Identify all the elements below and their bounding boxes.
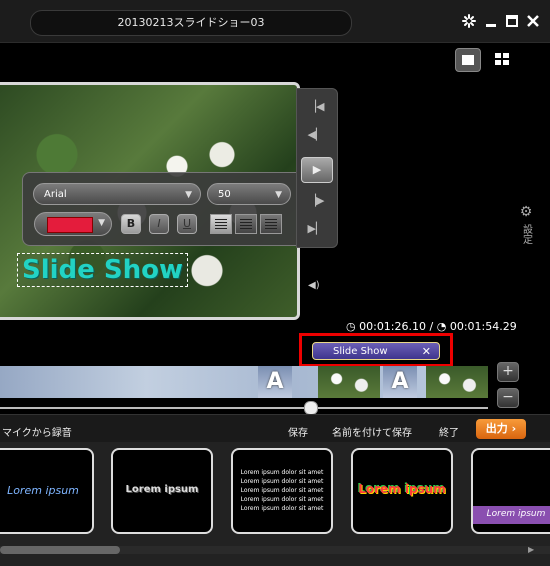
timeline-track[interactable]: A A (0, 366, 488, 398)
grid-view-icon[interactable] (490, 48, 514, 70)
size-value: 50 (218, 189, 231, 200)
text-format-panel: Arial ▼ 50 ▼ ▼ B I U (22, 172, 328, 246)
size-dropdown[interactable]: 50 ▼ (207, 183, 291, 205)
photo-thumbnail[interactable] (318, 366, 380, 398)
bold-button[interactable]: B (121, 214, 141, 234)
single-view-icon[interactable] (455, 48, 481, 72)
exit-button[interactable]: 終了 (439, 424, 459, 439)
photo-thumbnail[interactable] (426, 366, 488, 398)
text-style-tile[interactable]: Lorem ipsum (351, 448, 453, 534)
chevron-down-icon: ▼ (98, 218, 105, 228)
gallery-scrollbar-thumb[interactable] (0, 546, 120, 554)
font-dropdown[interactable]: Arial ▼ (33, 183, 201, 205)
player-controls: ▕◀ ◀▏ ▶ ▕▶ ▶▏ (296, 88, 338, 248)
step-back-icon[interactable]: ◀▏ (301, 123, 331, 147)
play-icon[interactable]: ▶ (301, 157, 333, 183)
skip-start-icon[interactable]: ▕◀ (301, 95, 331, 119)
style-sample: Lorem ipsum (125, 484, 199, 495)
minimize-icon[interactable] (484, 14, 498, 28)
settings-label: 設定 (520, 224, 532, 244)
align-right-icon[interactable] (260, 214, 282, 234)
save-as-button[interactable]: 名前を付けて保存 (332, 424, 412, 439)
clock-icon: ◔ (436, 320, 447, 333)
style-sample: Lorem ipsum (358, 482, 446, 496)
sync-icon[interactable] (462, 14, 476, 28)
time-separator: / (429, 320, 434, 333)
current-time: 00:01:26.10 (359, 320, 427, 333)
text-clip[interactable]: Slide Show ✕ (312, 342, 440, 360)
color-dropdown[interactable]: ▼ (34, 212, 112, 236)
chevron-right-icon: › (511, 422, 517, 435)
selected-text-clip[interactable]: Slide Show ✕ (299, 333, 453, 367)
text-style-tile[interactable]: Lorem ipsum (471, 448, 550, 534)
align-center-icon[interactable] (235, 214, 257, 234)
step-forward-icon[interactable]: ▕▶ (301, 189, 331, 213)
style-sample: Lorem ipsum (7, 484, 79, 497)
maximize-icon[interactable] (505, 14, 519, 28)
chevron-down-icon: ▼ (185, 190, 192, 200)
underline-button[interactable]: U (177, 214, 197, 234)
zoom-out-button[interactable]: − (497, 388, 519, 408)
text-style-tile[interactable]: Lorem ipsum (0, 448, 94, 534)
total-time: 00:01:54.29 (449, 320, 517, 333)
italic-button[interactable]: I (149, 214, 169, 234)
text-clip-label: Slide Show (333, 346, 388, 357)
output-label: 出力 (485, 422, 508, 435)
slide-text-overlay[interactable]: Slide Show (17, 253, 188, 287)
action-bar: マイクから録音 保存 名前を付けて保存 終了 (0, 414, 550, 443)
text-clip-marker[interactable]: A (383, 366, 417, 398)
title-bar: 20130213スライドショー03 (0, 0, 550, 43)
color-swatch (47, 217, 93, 233)
settings-button[interactable]: ⚙ 設定 (516, 204, 536, 264)
style-sample: Lorem ipsum (486, 509, 546, 519)
chevron-down-icon: ▼ (275, 190, 282, 200)
text-style-tile[interactable]: Lorem ipsum (111, 448, 213, 534)
text-style-tile[interactable]: Lorem ipsum dolor sit amet Lorem ipsum do… (231, 448, 333, 534)
style-sample: Lorem ipsum dolor sit amet Lorem ipsum do… (240, 469, 324, 512)
font-value: Arial (44, 189, 67, 200)
close-icon[interactable]: ✕ (422, 343, 431, 361)
skip-end-icon[interactable]: ▶▏ (301, 217, 331, 241)
close-icon[interactable] (526, 14, 540, 28)
save-button[interactable]: 保存 (288, 424, 308, 439)
align-left-icon[interactable] (210, 214, 232, 234)
playhead-handle[interactable] (304, 401, 318, 415)
volume-icon[interactable]: ◀) (308, 280, 324, 294)
scroll-right-icon[interactable]: ▶ (528, 545, 534, 554)
zoom-in-button[interactable]: + (497, 362, 519, 382)
clock-icon: ◷ (346, 320, 356, 333)
record-mic-button[interactable]: マイクから録音 (2, 424, 72, 439)
text-clip-marker[interactable]: A (258, 366, 292, 398)
timecode: ◷ 00:01:26.10 / ◔ 00:01:54.29 (346, 320, 517, 333)
playhead-track[interactable] (0, 407, 488, 409)
gear-icon: ⚙ (519, 204, 533, 220)
window-title: 20130213スライドショー03 (30, 10, 352, 36)
output-button[interactable]: 出力 › (476, 419, 526, 439)
